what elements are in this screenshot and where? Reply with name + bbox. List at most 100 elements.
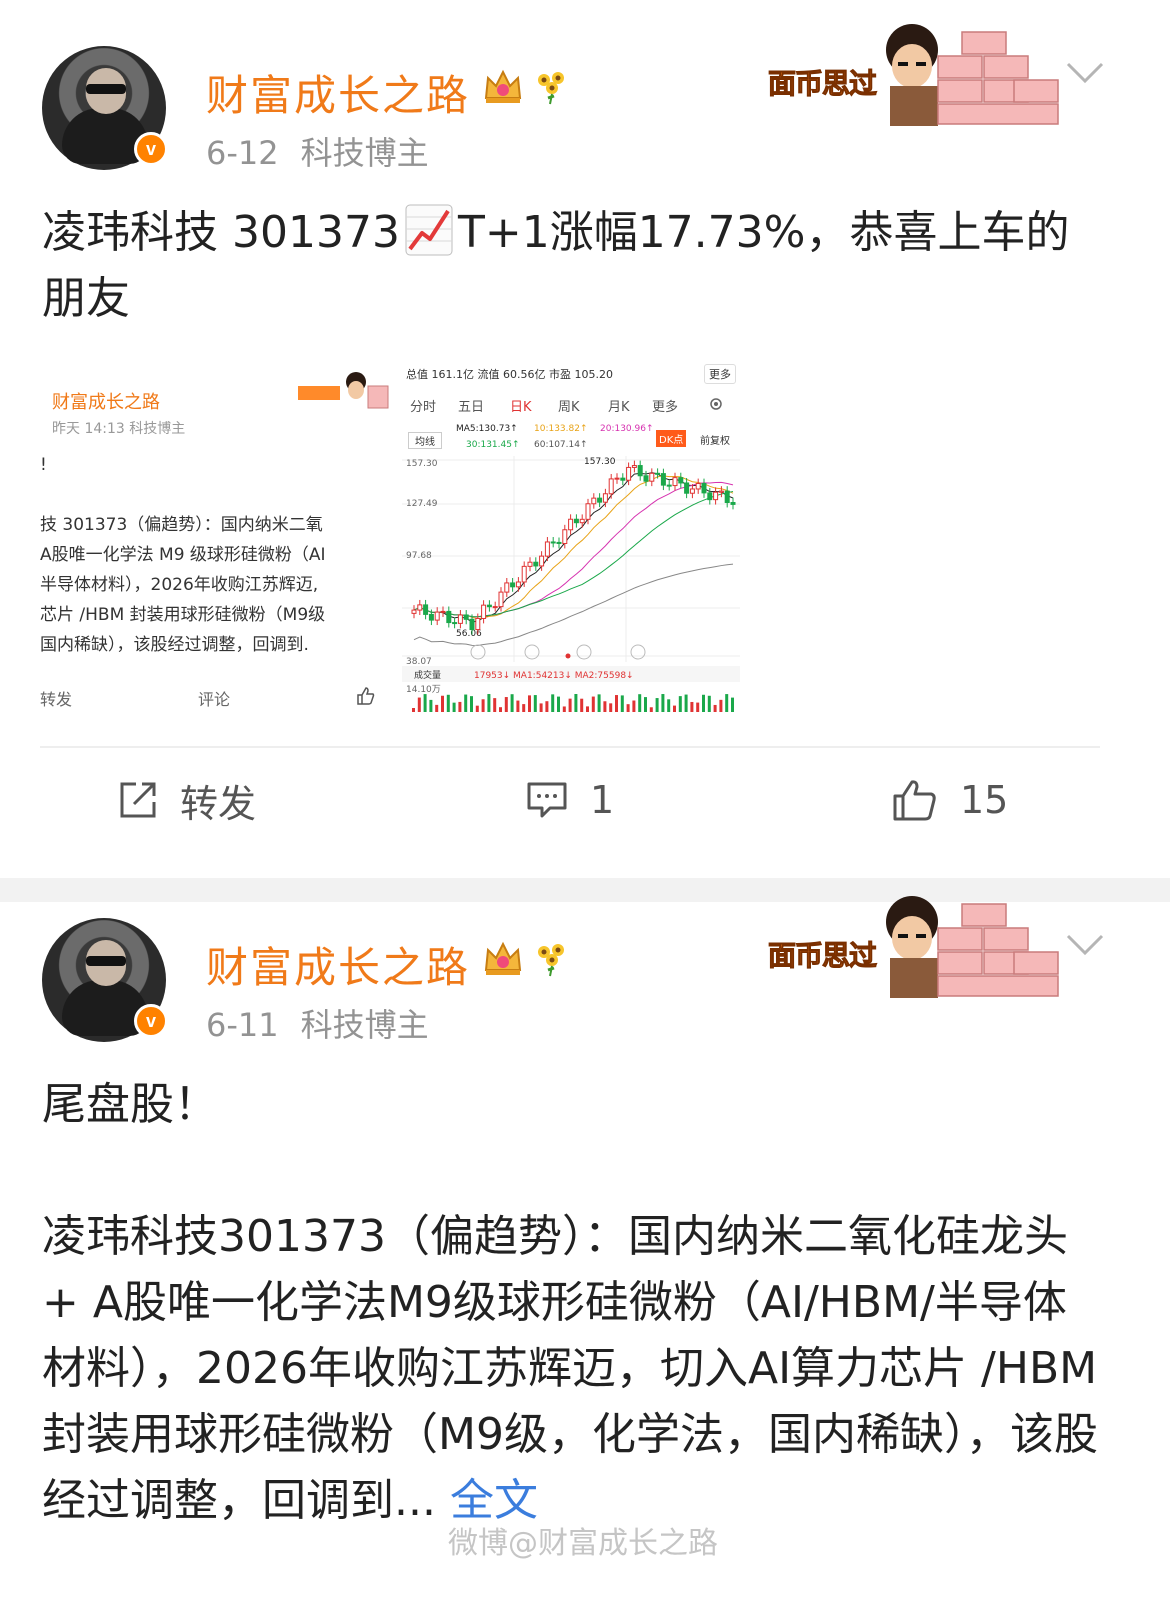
volume-label: 成交量: [414, 669, 441, 681]
candle-body: [521, 565, 527, 583]
candle-body: [475, 617, 481, 631]
volume-bar: [684, 694, 688, 712]
volume-bar: [586, 706, 589, 712]
thumb-username: 财富成长之路: [52, 392, 160, 413]
candle-body: [562, 529, 568, 544]
volume-values: 17953↓ MA1:54213↓ MA2:75598↓: [474, 671, 634, 681]
volume-bar: [551, 694, 555, 712]
chevron-down-icon[interactable]: [1066, 934, 1104, 956]
candle-body: [457, 614, 463, 624]
chart-gridlines: [402, 456, 740, 662]
volume-bar: [441, 695, 444, 712]
chart-increasing-icon: [405, 204, 453, 256]
repost-button[interactable]: 转发: [118, 770, 256, 830]
share-icon: [120, 782, 156, 818]
chart-tabs: 分时 五日 日K 周K 月K 更多: [402, 394, 740, 416]
volume-bar: [632, 700, 636, 712]
avatar[interactable]: v: [42, 46, 168, 170]
chart-tab: 更多: [652, 400, 679, 415]
candle-body: [568, 518, 574, 531]
thumb-actions: 转发 评论: [40, 686, 390, 710]
candle-body: [515, 581, 521, 588]
money-cartoon-icon: [298, 372, 389, 409]
candle-body: [504, 582, 510, 593]
gear-icon: [710, 398, 722, 410]
candle-body: [527, 561, 533, 567]
post-date[interactable]: 6-11: [206, 1006, 279, 1044]
y-tick-label: 157.30: [406, 459, 438, 469]
volume-bar: [702, 694, 705, 712]
adjust-label: 前复权: [700, 436, 730, 447]
candlestick-chart: 157.30 127.49 97.68 38.07 157.30 56.06 成…: [402, 456, 740, 712]
volume-bar: [661, 694, 665, 712]
mode-label: 均线: [408, 432, 442, 449]
volume-bar: [725, 694, 729, 712]
repost-label: 转发: [180, 781, 257, 826]
sticker-text: 面币思过: [767, 939, 877, 973]
candle-body: [469, 618, 475, 631]
candle-body: [550, 541, 556, 544]
username[interactable]: 财富成长之路: [206, 934, 470, 995]
candle-body: [423, 604, 429, 615]
volume-bar: [533, 695, 537, 712]
post-date[interactable]: 6-12: [206, 134, 279, 172]
candle-body: [660, 473, 666, 486]
candle-body: [585, 503, 591, 520]
candle-body: [614, 477, 620, 480]
candle-body: [486, 604, 492, 608]
stock-chart-image[interactable]: 总值 161.1亿 流值 60.56亿 市盈 105.20 更多 分时 五日 日…: [402, 360, 740, 712]
candle-body: [730, 502, 736, 505]
volume-bar: [557, 696, 560, 712]
candle-body: [608, 478, 614, 495]
post-text: 凌玮科技 301373 T+1涨幅17.73%，恭喜上车的朋友: [42, 200, 1100, 332]
volume-bar: [580, 698, 584, 712]
post-text-line1: 尾盘股！: [42, 1079, 218, 1130]
volume-bar: [464, 694, 468, 712]
candle-body: [666, 484, 672, 487]
volume-bar: [423, 694, 427, 712]
chevron-down-icon[interactable]: [1066, 62, 1104, 84]
ma30-value: 30:131.45↑: [466, 440, 520, 450]
candle-body: [428, 613, 434, 621]
candle-body: [707, 492, 713, 501]
like-button[interactable]: 15: [892, 770, 1008, 830]
author-tag: 科技博主: [300, 1006, 429, 1044]
volume-bar: [667, 699, 671, 712]
candle-body: [544, 541, 550, 557]
candle-body: [684, 482, 690, 494]
post-text-part: 凌玮科技 301373: [42, 207, 400, 258]
candle-body: [649, 472, 655, 482]
repost-image-thumbnail[interactable]: 财富成长之路 昨天 14:13 科技博主 ! 技 301373（偏趋势）：国内纳…: [40, 360, 390, 712]
watermark: 微博@财富成长之路: [448, 1526, 718, 1561]
volume-bar: [452, 702, 456, 712]
avatar[interactable]: v: [42, 918, 168, 1042]
volume-bar: [603, 701, 607, 712]
chart-more-button: 更多: [704, 364, 736, 384]
volume-bar: [504, 697, 508, 712]
candle-body: [539, 555, 545, 567]
volume-bar: [591, 696, 595, 712]
volume-bar: [638, 694, 642, 712]
post-meta: 6-11 科技博主: [206, 1000, 429, 1046]
candle-body: [602, 493, 608, 503]
volume-bar: [719, 699, 723, 712]
dk-button: DK点: [656, 430, 687, 447]
comment-button[interactable]: 1: [526, 770, 614, 830]
thumb-comment-label: 评论: [198, 690, 231, 709]
weibo-post-2: v 财富成长之路 6-11 科技博主 面币思过 尾盘股！ 凌玮科技301373（…: [0, 896, 1170, 1609]
volume-bar: [412, 708, 415, 712]
volume-bar: [539, 703, 543, 712]
volume-bar: [470, 696, 473, 712]
volume-bar: [568, 698, 572, 712]
candle-body: [724, 490, 730, 504]
candle-body: [417, 604, 423, 611]
moving-average-line: [413, 490, 734, 618]
y-tick-label: 127.49: [406, 499, 438, 509]
moving-average-line: [413, 475, 734, 620]
username[interactable]: 财富成长之路: [206, 62, 470, 123]
post-meta: 6-12 科技博主: [206, 128, 429, 174]
sticker-text: 面币思过: [767, 67, 877, 101]
volume-bar: [620, 695, 624, 712]
post-text-body: 凌玮科技301373（偏趋势）：国内纳米二氧化硅龙头 + A股唯一化学法M9级球…: [42, 1204, 1100, 1534]
volume-bar: [731, 697, 734, 712]
